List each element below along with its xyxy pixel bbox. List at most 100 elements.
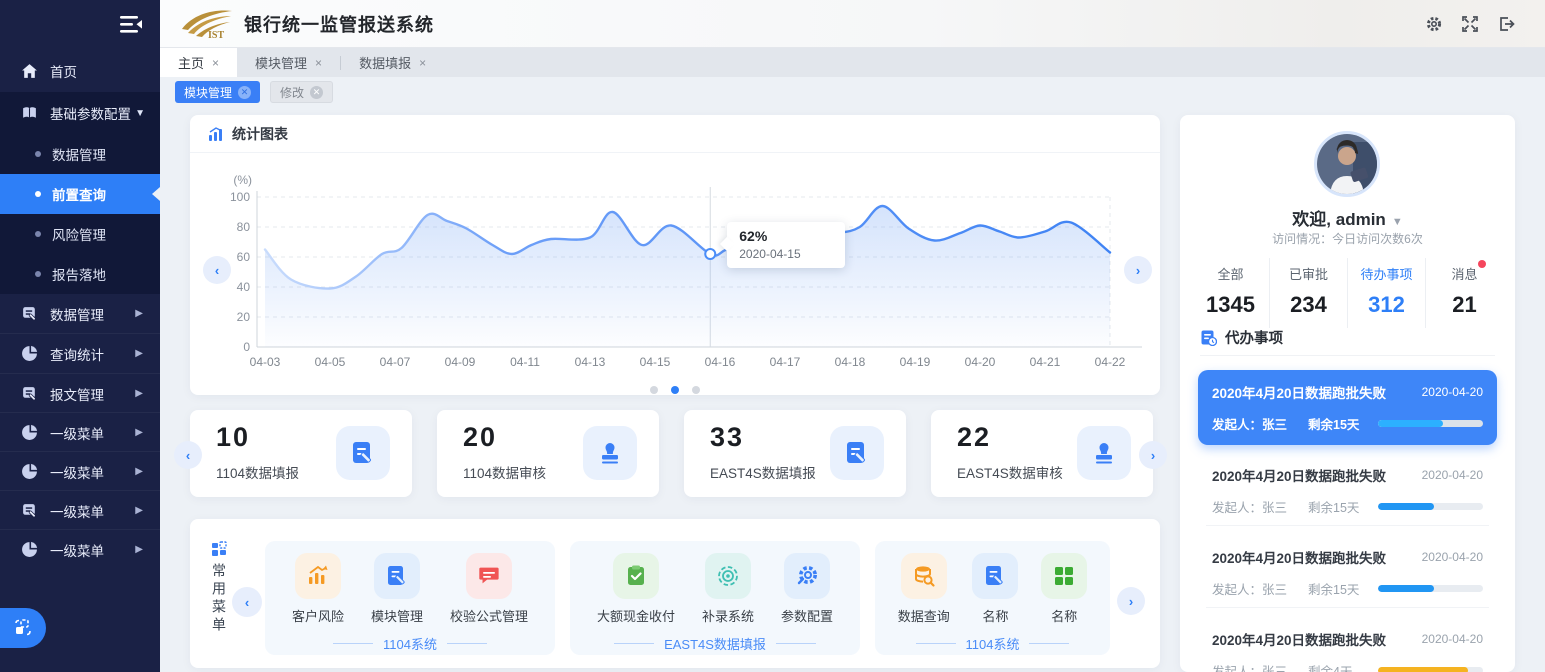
quick-item-param-config[interactable]: 参数配置 — [781, 553, 833, 625]
quick-group-footer: EAST4S数据填报 — [570, 634, 860, 653]
sidebar-item-query-stats[interactable]: 查询统计 ▶ — [0, 334, 160, 373]
stat-approved[interactable]: 已审批 234 — [1269, 258, 1347, 328]
quick-item-label: 名称 — [982, 606, 1008, 625]
todo-sponsor: 发起人：张三 — [1212, 497, 1308, 516]
tooltip-date: 2020-04-15 — [739, 247, 833, 261]
quick-item-customer-risk[interactable]: 客户风险 — [292, 553, 344, 625]
sidebar-item-level1-menu-2[interactable]: 一级菜单 ▶ — [0, 452, 160, 491]
quick-item-name-doc[interactable]: 名称 — [972, 553, 1018, 625]
layout-switch-button[interactable] — [0, 608, 46, 648]
todo-item-4[interactable]: 2020年4月20日数据跑批失败 2020-04-20 发起人：张三 剩余4天 — [1198, 617, 1497, 672]
svg-text:04-16: 04-16 — [705, 355, 736, 369]
close-tab-icon[interactable]: × — [212, 56, 219, 70]
close-tab-icon[interactable]: × — [315, 56, 322, 70]
stat-value: 1345 — [1192, 292, 1269, 318]
tab-home[interactable]: 主页 × — [160, 48, 237, 77]
todo-remaining: 剩余15天 — [1308, 497, 1378, 516]
todo-item-3[interactable]: 2020年4月20日数据跑批失败 2020-04-20 发起人：张三 剩余15天 — [1198, 535, 1497, 610]
welcome-text: 欢迎, admin — [1292, 210, 1386, 229]
close-chip-icon[interactable]: ✕ — [238, 86, 251, 99]
close-chip-icon[interactable]: ✕ — [310, 86, 323, 99]
tab-module-mgmt[interactable]: 模块管理 × — [237, 48, 340, 77]
todo-item-2[interactable]: 2020年4月20日数据跑批失败 2020-04-20 发起人：张三 剩余15天 — [1198, 453, 1497, 528]
quick-item-formula-check[interactable]: 校验公式管理 — [450, 553, 528, 625]
pagination-dot[interactable] — [650, 386, 658, 394]
close-tab-icon[interactable]: × — [419, 56, 426, 70]
quick-item-label: 模块管理 — [371, 606, 423, 625]
book-icon — [21, 105, 38, 122]
quick-item-label: 大额现金收付 — [597, 606, 675, 625]
sidebar-item-risk-mgmt[interactable]: 风险管理 — [0, 214, 160, 254]
sidebar-item-label: 数据管理 — [52, 144, 106, 164]
stat-all[interactable]: 全部 1345 — [1192, 258, 1269, 328]
stat-label: 1104数据填报 — [216, 462, 299, 482]
avatar[interactable] — [1314, 131, 1380, 197]
sidebar-item-level1-menu-1[interactable]: 一级菜单 ▶ — [0, 413, 160, 452]
sidebar-item-preposition-query[interactable]: 前置查询 — [0, 174, 160, 214]
tab-data-fill[interactable]: 数据填报 × — [341, 48, 444, 77]
quick-menu-prev-button[interactable]: ‹ — [232, 587, 262, 617]
line-area-chart[interactable]: 100806040200(%)04-0304-0504-0704-0904-11… — [190, 115, 1160, 395]
sidebar-item-base-params[interactable]: 基础参数配置 ▼ — [0, 92, 160, 134]
svg-text:0: 0 — [243, 340, 250, 354]
doc-edit-icon — [983, 564, 1007, 588]
svg-text:04-20: 04-20 — [965, 355, 996, 369]
sidebar-item-home[interactable]: 首页 — [0, 50, 160, 92]
quick-item-supplement-system[interactable]: 补录系统 — [702, 553, 754, 625]
quick-group-footer-label: EAST4S数据填报 — [664, 634, 766, 653]
quick-item-cash-payment[interactable]: 大额现金收付 — [597, 553, 675, 625]
todo-remaining: 剩余15天 — [1308, 579, 1378, 598]
welcome-row[interactable]: 欢迎, admin▼ — [1180, 205, 1515, 230]
stat-cards-next-button[interactable]: › — [1139, 441, 1167, 469]
chip-module-mgmt[interactable]: 模块管理 ✕ — [175, 81, 260, 103]
todo-progress-bar — [1378, 667, 1483, 672]
message-icon — [477, 564, 501, 588]
todo-list-icon — [1200, 329, 1217, 346]
stat-todo[interactable]: 待办事项 312 — [1347, 258, 1425, 328]
quick-item-label: 补录系统 — [702, 606, 754, 625]
sidebar-item-data-management[interactable]: 数据管理 ▶ — [0, 294, 160, 333]
sidebar-item-level1-menu-3[interactable]: 一级菜单 ▶ — [0, 491, 160, 530]
svg-text:04-13: 04-13 — [575, 355, 606, 369]
menu-grid-icon — [211, 541, 227, 557]
chip-modify[interactable]: 修改 ✕ — [270, 81, 333, 103]
stat-cards-prev-button[interactable]: ‹ — [174, 441, 202, 469]
settings-gear-icon[interactable] — [1425, 15, 1443, 33]
pie-chart-icon — [21, 345, 38, 362]
stat-card-east4s-audit[interactable]: 22 EAST4S数据审核 — [931, 410, 1153, 497]
pagination-dot[interactable] — [692, 386, 700, 394]
todo-item-1[interactable]: 2020年4月20日数据跑批失败 2020-04-20 发起人：张三 剩余15天 — [1198, 370, 1497, 445]
sidebar-item-data-mgmt-sub[interactable]: 数据管理 — [0, 134, 160, 174]
sidebar-item-label: 前置查询 — [52, 184, 106, 204]
stat-messages[interactable]: 消息 21 — [1425, 258, 1503, 328]
stat-value: 22 — [957, 422, 991, 453]
doc-edit-icon — [21, 502, 38, 519]
quick-item-label: 数据查询 — [898, 606, 950, 625]
avatar-photo — [1317, 134, 1377, 194]
pagination-dot[interactable] — [671, 386, 679, 394]
sidebar-item-message-mgmt[interactable]: 报文管理 ▶ — [0, 374, 160, 413]
collapse-sidebar-icon[interactable] — [118, 13, 144, 35]
quick-item-name-grid[interactable]: 名称 — [1041, 553, 1087, 625]
stat-card-1104-audit[interactable]: 20 1104数据审核 — [437, 410, 659, 497]
chart-prev-button[interactable]: ‹ — [203, 256, 231, 284]
quick-menu-next-button[interactable]: › — [1117, 587, 1145, 615]
chart-next-button[interactable]: › — [1124, 256, 1152, 284]
stat-card-1104-fill[interactable]: 10 1104数据填报 — [190, 410, 412, 497]
clipboard-check-icon — [624, 564, 648, 588]
sidebar-item-label: 报告落地 — [52, 264, 106, 284]
pie-chart-icon — [21, 424, 38, 441]
quick-menu-side: 常用菜单 — [204, 541, 234, 635]
svg-text:60: 60 — [237, 250, 251, 264]
stat-card-east4s-fill[interactable]: 33 EAST4S数据填报 — [684, 410, 906, 497]
quick-item-module-mgmt[interactable]: 模块管理 — [371, 553, 423, 625]
sidebar-item-label: 基础参数配置 — [50, 103, 131, 123]
fullscreen-icon[interactable] — [1461, 15, 1479, 33]
sidebar: 首页 基础参数配置 ▼ 数据管理 前置查询 风险管理 报告落地 — [0, 0, 160, 672]
sidebar-item-level1-menu-4[interactable]: 一级菜单 ▶ — [0, 530, 160, 569]
logout-icon[interactable] — [1497, 15, 1515, 33]
todo-title: 2020年4月20日数据跑批失败 — [1212, 629, 1386, 649]
stat-value: 20 — [463, 422, 497, 453]
sidebar-item-report-landing[interactable]: 报告落地 — [0, 254, 160, 294]
quick-item-data-query[interactable]: 数据查询 — [898, 553, 950, 625]
